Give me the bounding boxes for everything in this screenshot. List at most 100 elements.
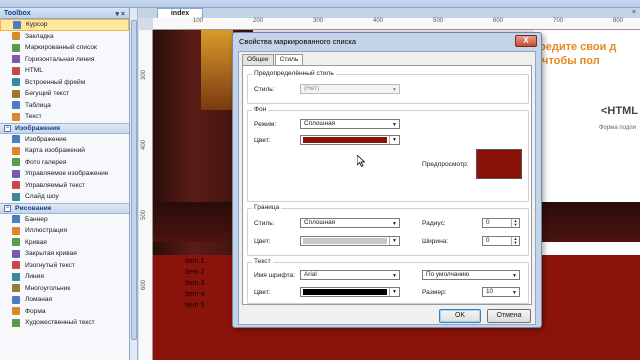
toolbox-item-label: Кривая — [25, 238, 47, 246]
toolbox-item-label: Иллюстрация — [25, 227, 68, 235]
border-style-select[interactable]: Сплошная ▼ — [300, 218, 400, 228]
toolbox-pin-close[interactable]: ▾ × — [115, 10, 125, 18]
art-text-icon — [12, 318, 20, 327]
toolbox-item[interactable]: Художественный текст — [0, 317, 129, 329]
chevron-down-icon: ▼ — [512, 290, 517, 296]
bookmark-icon — [12, 32, 20, 41]
size-label: Размер: — [422, 289, 447, 296]
list-item: Item 2 — [185, 269, 205, 276]
bulleted-list-icon — [12, 43, 20, 52]
curved-text-icon — [12, 261, 20, 270]
scroll-thumb[interactable] — [131, 20, 137, 340]
toolbox-item[interactable]: Многоугольник — [0, 283, 129, 295]
group-title: Текст — [252, 258, 273, 265]
toolbox-item[interactable]: Слайд шоу — [0, 191, 129, 203]
bulleted-list[interactable]: Item 1 Item 2 Item 3 Item 4 Item 5 — [185, 256, 204, 311]
toolbox-item[interactable]: Управляемый текст — [0, 180, 129, 192]
list-item: Item 1 — [185, 258, 205, 265]
text-group: Текст Имя шрифта: Arial ▼ По умолчанию ▼… — [247, 258, 529, 304]
collapse-icon[interactable]: − — [4, 124, 11, 132]
border-group: Граница Стиль: Сплошная ▼ Цвет: ▼ Радиус… — [247, 204, 529, 256]
radius-label: Радиус: — [422, 220, 446, 227]
toolbox-item-label: Управляемый текст — [25, 181, 85, 189]
chevron-down-icon[interactable]: ▼ — [389, 288, 399, 296]
curve-icon — [12, 238, 20, 247]
form-caption: Форма подпи — [599, 125, 636, 131]
toolbox-item-label: Закрытая кривая — [25, 250, 77, 258]
tab-label: index — [170, 10, 190, 17]
spin-arrows-icon[interactable]: ▲ ▼ — [511, 237, 519, 245]
toolbox-item[interactable]: Текст — [0, 111, 129, 123]
dialog-tabs: Общее Стиль — [242, 54, 304, 65]
preview-box — [476, 149, 522, 179]
dialog-title-bar[interactable]: Свойства маркированного списка X — [233, 33, 541, 49]
image-map-icon — [12, 146, 20, 155]
toolbox-item[interactable]: Горизонтальная линия — [0, 54, 129, 66]
radius-spinner[interactable]: 0 ▲ ▼ — [482, 218, 520, 228]
toolbox-item[interactable]: Карта изображений — [0, 145, 129, 157]
toolbox-item[interactable]: Форма — [0, 306, 129, 318]
text-icon — [12, 112, 20, 121]
chevron-down-icon: ▼ — [392, 87, 397, 93]
toolbox-item[interactable]: Изображение — [0, 134, 129, 146]
text-color-picker[interactable]: ▼ — [300, 287, 400, 297]
tab-index[interactable]: index — [157, 8, 203, 18]
ruler-number: 400 — [373, 18, 384, 24]
font-mode-select[interactable]: По умолчанию ▼ — [422, 270, 520, 280]
toolbox-group-label: Рисование — [15, 204, 52, 212]
toolbox-item[interactable]: Фото галерея — [0, 157, 129, 169]
toolbox-scrollbar[interactable] — [130, 8, 138, 360]
toolbox-item[interactable]: Закрытая кривая — [0, 248, 129, 260]
toolbox-item[interactable]: Маркированный список — [0, 42, 129, 54]
ok-button[interactable]: OK — [439, 309, 481, 323]
cancel-button[interactable]: Отмена — [487, 309, 531, 323]
background-mode-select[interactable]: Сплошная ▼ — [300, 119, 400, 129]
background-color-picker[interactable]: ▼ — [300, 135, 400, 145]
close-icon[interactable]: × — [632, 9, 636, 16]
toolbox-item-label: Бегущий текст — [25, 90, 70, 98]
border-color-picker[interactable]: ▼ — [300, 236, 400, 246]
toolbox-item[interactable]: Управляемое изображение — [0, 168, 129, 180]
table-icon — [12, 101, 20, 110]
banner-icon — [12, 215, 20, 224]
width-spinner[interactable]: 0 ▲ ▼ — [482, 236, 520, 246]
spin-arrows-icon[interactable]: ▲ ▼ — [511, 219, 519, 227]
toolbox-item-label: Многоугольник — [25, 284, 71, 292]
toolbox-item[interactable]: Линия — [0, 271, 129, 283]
toolbox-item[interactable]: Закладка — [0, 31, 129, 43]
select-value: Сплошная — [304, 219, 336, 226]
toolbox-item[interactable]: Баннер — [0, 214, 129, 226]
toolbox-group-draw[interactable]: − Рисование — [0, 202, 129, 214]
font-size-select[interactable]: 10 ▼ — [482, 287, 520, 297]
dialog-title: Свойства маркированного списка — [239, 36, 357, 46]
list-item: Item 4 — [185, 291, 205, 298]
toolbox-item[interactable]: HTML — [0, 65, 129, 77]
spinner-value: 0 — [486, 219, 490, 226]
collapse-icon[interactable]: − — [4, 204, 11, 212]
ruler-number: 700 — [553, 18, 564, 24]
toolbox-item[interactable]: Изогнутый текст — [0, 260, 129, 272]
toolbox-item[interactable]: Ломаная — [0, 294, 129, 306]
toolbox-item[interactable]: Кривая — [0, 237, 129, 249]
tab-general[interactable]: Общее — [242, 54, 274, 65]
ruler-number: 800 — [613, 18, 624, 24]
chevron-down-icon: ▼ — [512, 273, 517, 279]
group-title: Предопределённый стиль — [252, 70, 336, 77]
toolbox-item[interactable]: Встроенный фрейм — [0, 77, 129, 89]
list-item: Item 5 — [185, 302, 205, 309]
font-name-select[interactable]: Arial ▼ — [300, 270, 400, 280]
vertical-ruler: 300 400 500 600 — [139, 30, 153, 360]
toolbox-title-bar: Toolbox ▾ × — [0, 8, 129, 19]
chevron-down-icon[interactable]: ▼ — [389, 237, 399, 245]
toolbox-item[interactable]: Таблица — [0, 100, 129, 112]
tab-style[interactable]: Стиль — [274, 54, 304, 65]
chevron-down-icon[interactable]: ▼ — [389, 136, 399, 144]
close-button[interactable]: X — [515, 35, 537, 47]
toolbox-item-label: Форма — [25, 307, 46, 315]
toolbox-item[interactable]: Курсор — [0, 19, 129, 31]
toolbox-item[interactable]: Иллюстрация — [0, 225, 129, 237]
toolbox-item-label: HTML — [25, 67, 43, 75]
toolbox-item[interactable]: Бегущий текст — [0, 88, 129, 100]
toolbox-group-images[interactable]: − Изображения — [0, 122, 129, 134]
toolbox-item-label: Управляемое изображение — [25, 170, 109, 178]
